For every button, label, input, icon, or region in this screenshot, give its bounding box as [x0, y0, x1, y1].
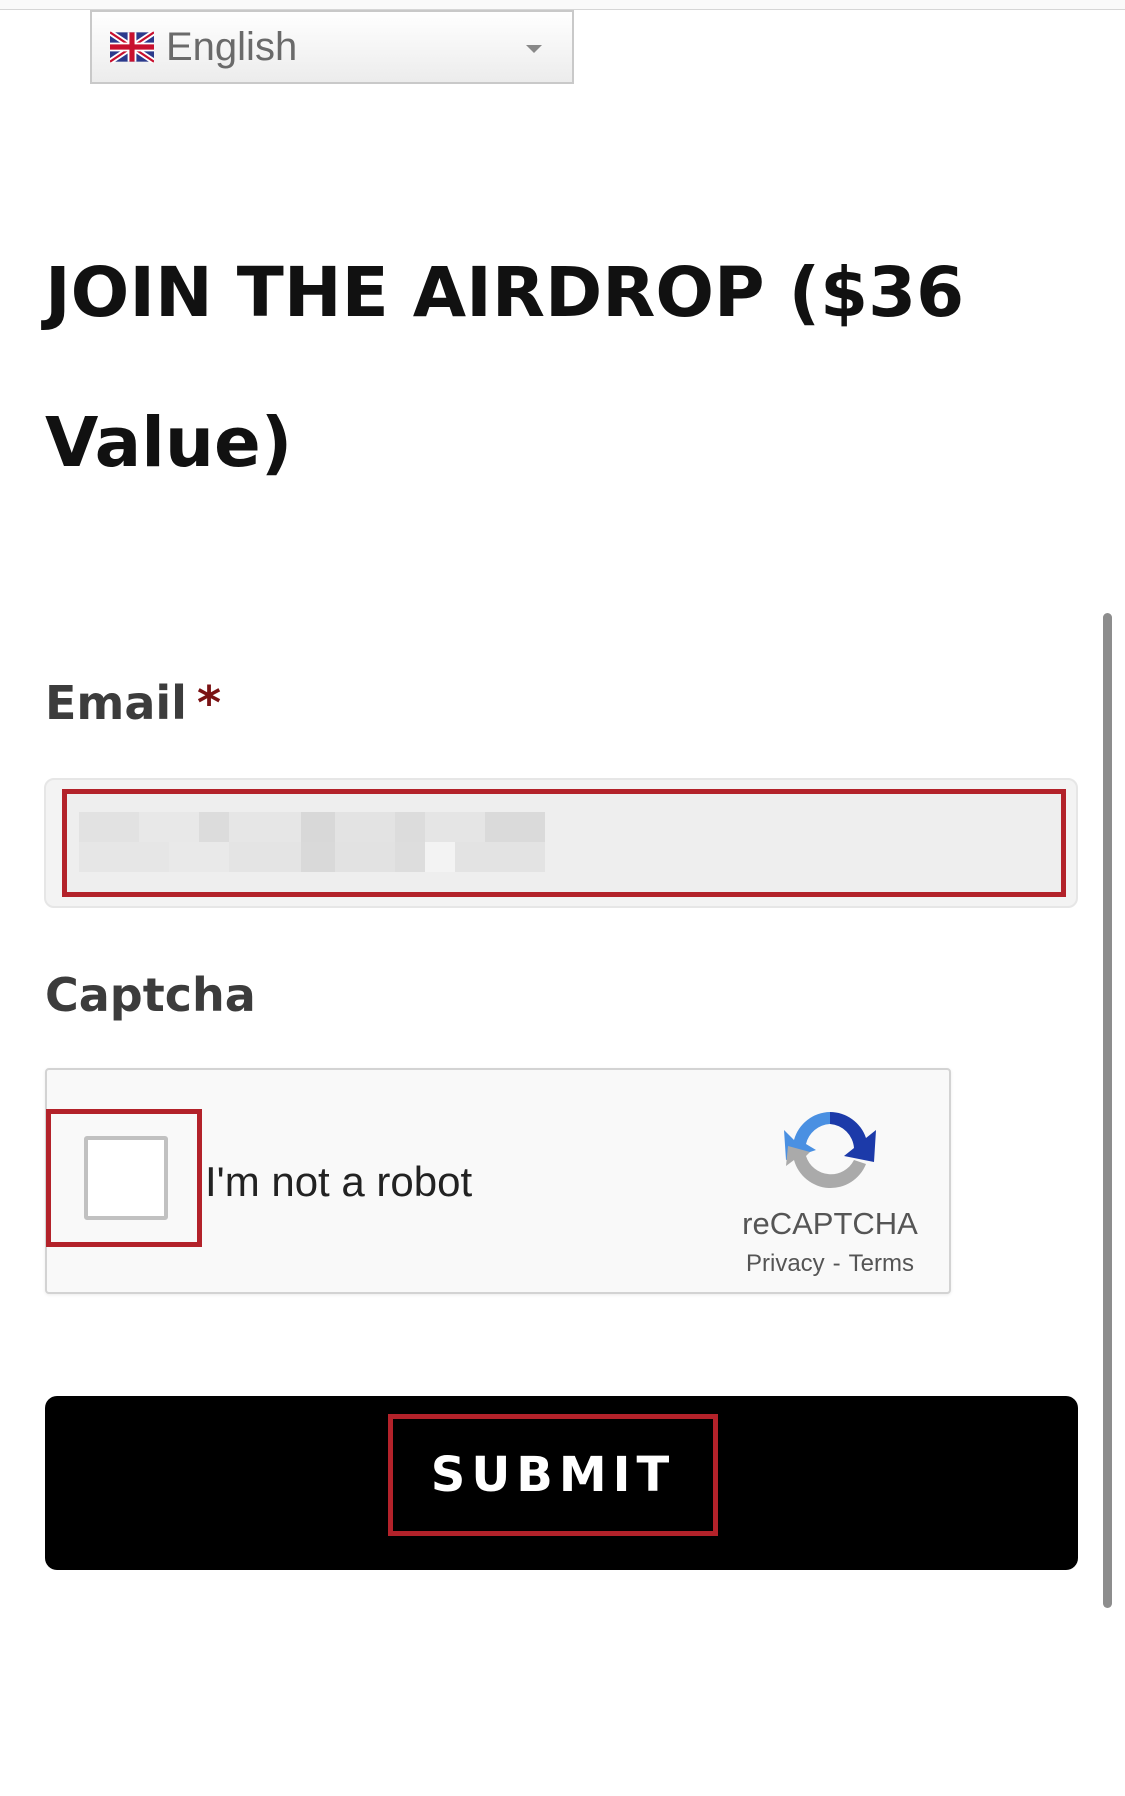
scrollbar[interactable] — [1103, 613, 1112, 1608]
page-title: JOIN THE AIRDROP ($36 Value) — [45, 218, 1045, 518]
page-top-edge — [0, 0, 1125, 10]
captcha-label: Captcha — [45, 968, 256, 1022]
page-title-line1: JOIN THE AIRDROP ($36 — [45, 253, 965, 333]
email-field[interactable] — [72, 805, 1056, 883]
recaptcha-terms-link[interactable]: Terms — [849, 1250, 914, 1278]
page-title-line2: Value) — [45, 403, 293, 483]
recaptcha-link-separator: - — [832, 1250, 841, 1277]
recaptcha-brand: reCAPTCHA — [742, 1206, 918, 1241]
chevron-down-icon — [526, 45, 542, 53]
email-label: Email * — [45, 676, 221, 730]
recaptcha-checkbox-label: I'm not a robot — [205, 1158, 473, 1205]
email-label-text: Email — [45, 676, 187, 730]
recaptcha-links: Privacy - Terms — [700, 1250, 960, 1278]
recaptcha-privacy-link[interactable]: Privacy — [746, 1250, 825, 1278]
language-select[interactable]: English — [90, 10, 574, 84]
uk-flag-icon — [110, 31, 154, 63]
submit-button-label: SUBMIT — [430, 1447, 676, 1503]
recaptcha-checkbox-highlight — [46, 1109, 202, 1247]
recaptcha-logo-icon — [784, 1112, 876, 1189]
required-mark: * — [196, 676, 221, 730]
language-select-value: English — [166, 24, 298, 69]
